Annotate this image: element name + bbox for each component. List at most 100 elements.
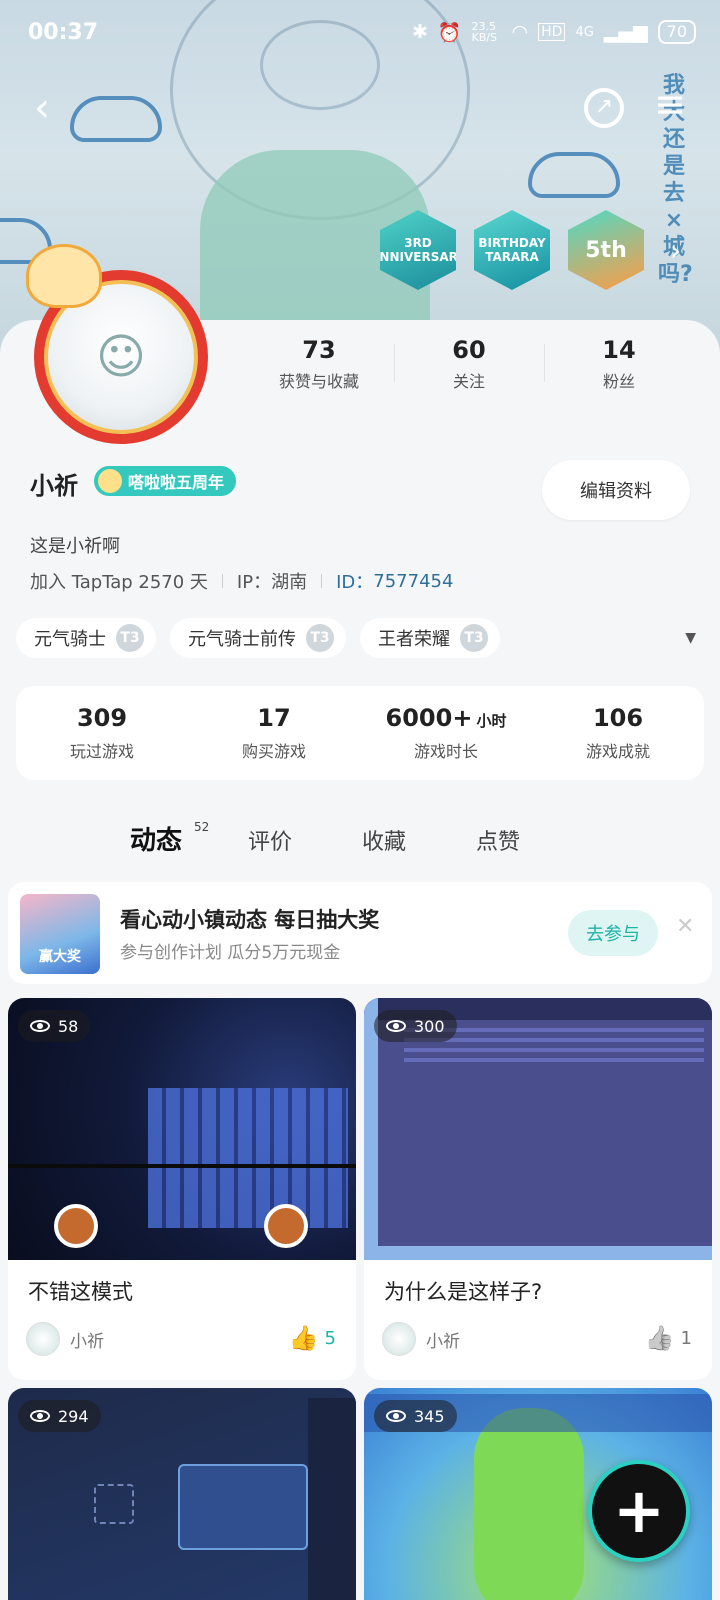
stat-games-bought[interactable]: 17 购买游戏 bbox=[188, 704, 360, 762]
game-chip[interactable]: 王者荣耀 T3 bbox=[360, 618, 500, 658]
create-post-button[interactable]: + bbox=[588, 1460, 690, 1562]
post-image: 300 bbox=[364, 998, 712, 1260]
tier-badge-icon: T3 bbox=[306, 624, 334, 652]
view-count: 58 bbox=[18, 1010, 91, 1042]
back-arrow-icon[interactable]: ‹ bbox=[34, 88, 50, 128]
bunny-decoration-icon bbox=[26, 244, 102, 308]
stat-label: 获赞与收藏 bbox=[278, 372, 359, 391]
eye-icon bbox=[386, 1410, 406, 1422]
author-avatar bbox=[26, 1322, 60, 1356]
thumbs-up-outline-icon: 👍 bbox=[644, 1324, 675, 1352]
signal-icon: ▂▄▆ bbox=[603, 21, 648, 43]
view-count-value: 300 bbox=[414, 1016, 445, 1036]
stat-likes[interactable]: 73 获赞与收藏 bbox=[244, 336, 394, 392]
stat-following[interactable]: 60 关注 bbox=[394, 336, 544, 392]
post-author[interactable]: 小祈 bbox=[26, 1322, 104, 1356]
view-count: 294 bbox=[18, 1400, 101, 1432]
tab-liked[interactable]: 点赞 bbox=[476, 824, 520, 856]
alarm-icon: ⏰ bbox=[437, 21, 462, 44]
like-button[interactable]: 👍 1 bbox=[645, 1324, 692, 1352]
expand-dropdown-icon[interactable]: ▼ bbox=[685, 630, 696, 646]
stat-value: 73 bbox=[302, 336, 336, 364]
tab-count: 52 bbox=[194, 820, 210, 834]
author-name: 小祈 bbox=[426, 1331, 460, 1352]
badge-birthday[interactable]: BIRTHDAY TARARA bbox=[474, 210, 550, 290]
game-chip-label: 元气骑士 bbox=[34, 629, 106, 650]
tab-reviews[interactable]: 评价 bbox=[248, 824, 292, 856]
social-stats: 73 获赞与收藏 60 关注 14 粉丝 bbox=[244, 336, 694, 392]
status-time: 00:37 bbox=[28, 20, 99, 45]
post-image: 294 bbox=[8, 1388, 356, 1600]
post-card[interactable]: 300 为什么是这样子? 小祈 👍 1 bbox=[364, 998, 712, 1380]
author-avatar bbox=[382, 1322, 416, 1356]
tier-badge-icon: T3 bbox=[460, 624, 488, 652]
post-author[interactable]: 小祈 bbox=[382, 1322, 460, 1356]
like-count: 5 bbox=[324, 1327, 336, 1349]
badge-row: 3RD ANNIVERSARY BIRTHDAY TARARA 5th bbox=[380, 210, 644, 290]
played-games-row: 元气骑士 T3 元气骑士前传 T3 王者荣耀 T3 ▼ bbox=[16, 618, 706, 658]
signal-label: 4G bbox=[575, 24, 594, 40]
stat-value: 14 bbox=[602, 336, 636, 364]
avatar[interactable]: ☺ bbox=[26, 244, 216, 444]
anniversary-label: 嗒啦啦五周年 bbox=[128, 473, 225, 492]
tab-moments[interactable]: 动态 52 bbox=[130, 820, 209, 863]
anniversary-badge[interactable]: 嗒啦啦五周年 bbox=[94, 466, 237, 496]
stat-value: 309 bbox=[76, 704, 128, 732]
ip-location: IP：湖南 bbox=[236, 572, 308, 593]
stat-followers[interactable]: 14 粉丝 bbox=[544, 336, 694, 392]
author-name: 小祈 bbox=[70, 1331, 104, 1352]
game-chip[interactable]: 元气骑士 T3 bbox=[16, 618, 156, 658]
profile-meta: 加入 TapTap 2570 天 IP：湖南 ID： 7577454 bbox=[30, 568, 453, 594]
eye-icon bbox=[30, 1410, 50, 1422]
network-speed: 23.5 KB/S bbox=[471, 20, 497, 44]
stat-label: 关注 bbox=[452, 372, 485, 391]
eye-icon bbox=[30, 1020, 50, 1032]
share-icon[interactable]: ↗ bbox=[584, 88, 624, 128]
view-count: 345 bbox=[374, 1400, 457, 1432]
thumbs-up-filled-icon: 👍 bbox=[288, 1324, 319, 1352]
stat-value: 6000+ bbox=[385, 704, 473, 732]
tab-label: 动态 bbox=[130, 826, 183, 856]
user-id-label: ID： bbox=[336, 572, 374, 593]
game-chip-label: 元气骑士前传 bbox=[188, 629, 296, 650]
game-chip[interactable]: 元气骑士前传 T3 bbox=[170, 618, 346, 658]
post-title: 不错这模式 bbox=[28, 1280, 133, 1304]
like-button[interactable]: 👍 5 bbox=[289, 1324, 336, 1352]
promo-join-button[interactable]: 去参与 bbox=[568, 910, 658, 956]
view-count: 300 bbox=[374, 1010, 457, 1042]
badge-anniversary[interactable]: 3RD ANNIVERSARY bbox=[380, 210, 456, 290]
stat-label: 粉丝 bbox=[602, 372, 635, 391]
stat-value: 60 bbox=[452, 336, 486, 364]
tab-favorites[interactable]: 收藏 bbox=[362, 824, 406, 856]
menu-icon[interactable]: ≡ bbox=[654, 84, 686, 124]
stat-unit: 小时 bbox=[476, 712, 507, 730]
post-card[interactable]: 294 bbox=[8, 1388, 356, 1600]
hd-label: HD bbox=[538, 23, 566, 41]
post-card[interactable]: 58 不错这模式 小祈 👍 5 bbox=[8, 998, 356, 1380]
promo-thumbnail: 赢大奖 bbox=[20, 894, 100, 974]
edit-profile-button[interactable]: 编辑资料 bbox=[542, 460, 690, 520]
stat-play-time[interactable]: 6000+ 小时 游戏时长 bbox=[360, 704, 532, 762]
post-image: 58 bbox=[8, 998, 356, 1260]
badge-fifth[interactable]: 5th bbox=[568, 210, 644, 290]
stat-games-played[interactable]: 309 玩过游戏 bbox=[16, 704, 188, 762]
anniversary-icon bbox=[98, 469, 122, 493]
view-count-value: 345 bbox=[414, 1406, 445, 1426]
promo-title: 看心动小镇动态 每日抽大奖 bbox=[120, 908, 380, 932]
eye-icon bbox=[386, 1020, 406, 1032]
chevron-right-icon[interactable]: › bbox=[670, 234, 681, 267]
profile-screen: 我大还是去×城吗? 00:37 ✱ ⏰ 23.5 KB/S ◠ HD 4G ▂▄… bbox=[0, 0, 720, 1600]
stat-value: 106 bbox=[592, 704, 644, 732]
promo-subtitle: 参与创作计划 瓜分5万元现金 bbox=[120, 943, 341, 963]
stat-label: 游戏成就 bbox=[585, 742, 650, 761]
stat-achievements[interactable]: 106 游戏成就 bbox=[532, 704, 704, 762]
like-count: 1 bbox=[680, 1327, 692, 1349]
content-tabs: 动态 52 评价 收藏 点赞 bbox=[0, 820, 720, 866]
user-id[interactable]: 7577454 bbox=[373, 571, 453, 592]
view-count-value: 58 bbox=[58, 1016, 79, 1036]
stat-label: 游戏时长 bbox=[413, 742, 478, 761]
promo-banner[interactable]: 赢大奖 看心动小镇动态 每日抽大奖 参与创作计划 瓜分5万元现金 去参与 ✕ bbox=[8, 882, 712, 984]
close-icon[interactable]: ✕ bbox=[676, 914, 694, 939]
wifi-icon: ◠ bbox=[511, 21, 529, 43]
bluetooth-icon: ✱ bbox=[411, 21, 428, 43]
